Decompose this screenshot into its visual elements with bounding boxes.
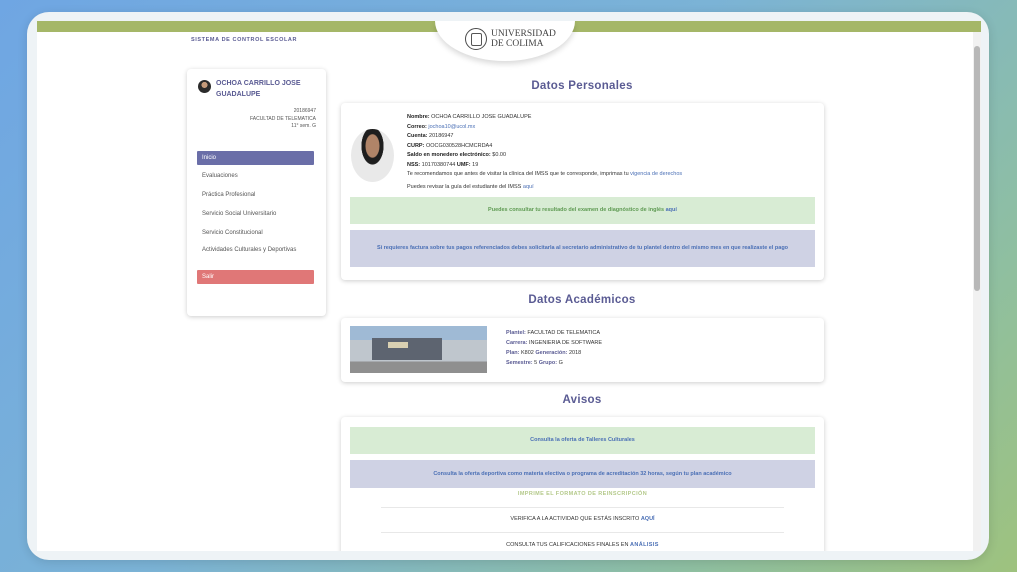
plan-value: K802 <box>520 350 534 356</box>
scrollbar-thumb[interactable] <box>974 46 980 291</box>
campus-building-image <box>350 326 487 373</box>
sidebar-item-inicio[interactable]: Inicio <box>197 151 314 165</box>
umf-value: 19 <box>472 161 479 168</box>
divider <box>381 532 784 533</box>
avisos-card: Consulta la oferta de Talleres Culturale… <box>341 417 824 551</box>
browser-viewport: SISTEMA DE CONTROL ESCOLAR UNIVERSIDAD D… <box>37 21 981 551</box>
nss-value: 10170380744 <box>421 161 456 168</box>
vertical-scrollbar[interactable] <box>973 32 981 551</box>
cuenta-label: Cuenta: <box>407 133 428 139</box>
academic-section-title: Datos Académicos <box>528 294 636 306</box>
sidebar: OCHOA CARRILLO JOSE GUADALUPE 20186947 F… <box>187 69 326 316</box>
actividad-notice: VERIFICA A LA ACTIVIDAD QUE ESTÁS INSCRI… <box>381 516 784 522</box>
imss-guide-text: Puedes revisar la guía del estudiante de… <box>407 183 522 190</box>
imss-text: Te recomendamos que antes de visitar la … <box>407 171 629 177</box>
nombre-label: Nombre: <box>407 114 430 120</box>
english-exam-text: Puedes consultar tu resultado del examen… <box>488 207 665 213</box>
curp-value: OOCG030528HCMCRDA4 <box>425 142 493 149</box>
logo-text: UNIVERSIDAD DE COLIMA <box>491 29 556 49</box>
system-name: SISTEMA DE CONTROL ESCOLAR <box>191 37 298 43</box>
grupo-value: G <box>558 360 563 366</box>
nombre-value: OCHOA CARRILLO JOSE GUADALUPE <box>431 114 532 120</box>
actividad-link[interactable]: AQUÍ <box>641 516 655 522</box>
english-exam-link[interactable]: aquí <box>666 206 677 215</box>
divider <box>381 507 784 508</box>
calificaciones-notice: CONSULTA TUS CALIFICACIONES FINALES EN A… <box>381 542 784 548</box>
invoice-alert: Si requieres factura sobre tus pagos ref… <box>350 230 815 267</box>
student-photo <box>351 129 394 182</box>
semestre-label: Semestre: <box>506 360 533 366</box>
avatar <box>198 80 211 93</box>
sidebar-nav: Inicio Evaluaciones Práctica Profesional… <box>197 151 314 284</box>
carrera-value: INGENIERIA DE SOFTWARE <box>528 340 603 346</box>
user-name: OCHOA CARRILLO JOSE GUADALUPE <box>216 80 301 98</box>
talleres-culturales-link[interactable]: Consulta la oferta de Talleres Culturale… <box>530 436 635 445</box>
email-link[interactable]: jochoa10@ucol.mx <box>428 124 475 130</box>
logout-button[interactable]: Salir <box>197 270 314 284</box>
academic-info: Plantel: FACULTAD DE TELEMATICA Carrera:… <box>506 328 602 368</box>
sidebar-item-servicio-social[interactable]: Servicio Social Universitario <box>197 208 314 227</box>
plantel-label: Plantel: <box>506 330 526 336</box>
oferta-deportiva-alert[interactable]: Consulta la oferta deportiva como materi… <box>350 460 815 488</box>
carrera-label: Carrera: <box>506 340 528 346</box>
personal-card: Nombre: OCHOA CARRILLO JOSE GUADALUPE Co… <box>341 103 824 280</box>
vigencia-derechos-link[interactable]: vigencia de derechos <box>630 171 682 177</box>
semestre-value: 5 <box>534 360 538 366</box>
sidebar-item-servicio-constitucional[interactable]: Servicio Constitucional <box>197 227 314 246</box>
nss-label: NSS: <box>407 161 421 168</box>
calificaciones-text: CONSULTA TUS CALIFICACIONES FINALES EN <box>506 542 629 548</box>
sidebar-item-evaluaciones[interactable]: Evaluaciones <box>197 170 314 189</box>
user-faculty: FACULTAD DE TELEMATICA <box>249 115 316 122</box>
plantel-value: FACULTAD DE TELEMATICA <box>527 330 601 336</box>
oferta-deportiva-link[interactable]: Consulta la oferta deportiva como materi… <box>433 470 731 479</box>
saldo-value: $0.00 <box>492 152 507 158</box>
analisis-link[interactable]: ANÁLISIS <box>630 542 659 548</box>
umf-label: UMF: <box>456 161 471 168</box>
plan-label: Plan: <box>506 350 520 356</box>
user-info: 20186947 FACULTAD DE TELEMATICA 11° sem.… <box>250 108 316 131</box>
curp-label: CURP: <box>407 142 425 149</box>
english-exam-alert: Puedes consultar tu resultado del examen… <box>350 197 815 224</box>
university-seal-icon <box>465 28 487 50</box>
talleres-culturales-alert[interactable]: Consulta la oferta de Talleres Culturale… <box>350 427 815 454</box>
user-account: 20186947 <box>293 108 316 114</box>
generacion-value: 2018 <box>569 350 582 356</box>
user-semester: 11° sem. G <box>291 123 316 129</box>
personal-section-title: Datos Personales <box>531 80 633 92</box>
logo-line-2: DE COLIMA <box>491 39 544 49</box>
sidebar-item-practica-profesional[interactable]: Práctica Profesional <box>197 189 314 208</box>
reinscripcion-link[interactable]: IMPRIME EL FORMATO DE REINSCRIPCIÓN <box>381 491 784 497</box>
logo-line-1: UNIVERSIDAD <box>491 29 556 39</box>
actividad-text: VERIFICA A LA ACTIVIDAD QUE ESTÁS INSCRI… <box>510 516 640 522</box>
imss-guide-link[interactable]: aquí <box>523 184 534 190</box>
avisos-section-title: Avisos <box>562 394 602 406</box>
university-logo[interactable]: UNIVERSIDAD DE COLIMA <box>435 21 575 61</box>
generacion-label: Generación: <box>535 350 568 356</box>
grupo-label: Grupo: <box>538 360 558 366</box>
cuenta-value: 20186947 <box>429 133 454 139</box>
saldo-label: Saldo en monedero electrónico: <box>407 152 491 158</box>
correo-label: Correo: <box>407 123 427 130</box>
sidebar-item-actividades[interactable]: Actividades Culturales y Deportivas <box>197 246 314 270</box>
personal-info: Nombre: OCHOA CARRILLO JOSE GUADALUPE Co… <box>407 113 682 192</box>
academic-card: Plantel: FACULTAD DE TELEMATICA Carrera:… <box>341 318 824 382</box>
